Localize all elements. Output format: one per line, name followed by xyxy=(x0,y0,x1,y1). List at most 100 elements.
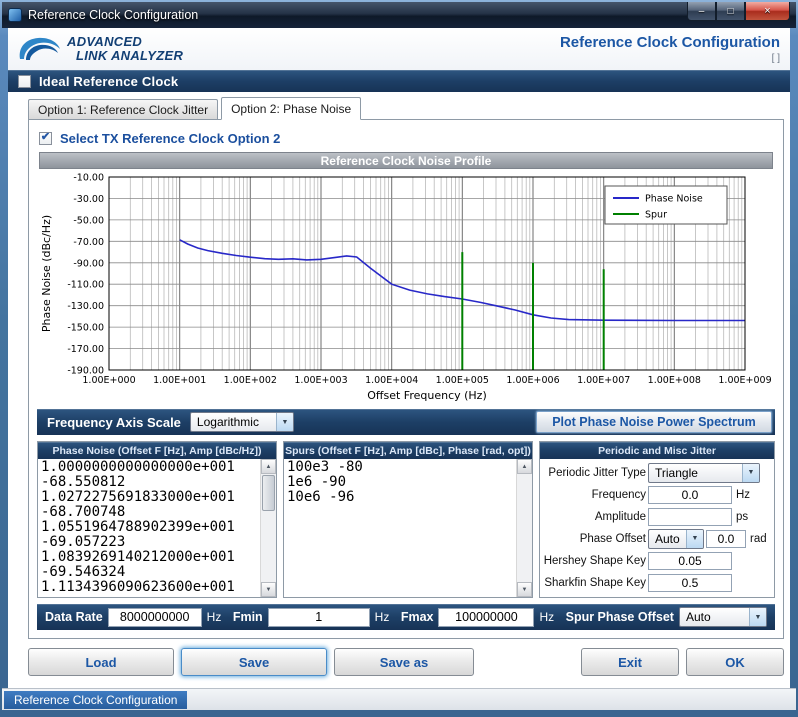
svg-text:1.00E+007: 1.00E+007 xyxy=(577,375,630,386)
scroll-up-icon[interactable]: ▲ xyxy=(261,459,276,474)
plot-phase-noise-power-spectrum-button[interactable]: Plot Phase Noise Power Spectrum xyxy=(536,411,772,433)
header-right: Reference Clock Configuration [ ] xyxy=(560,34,780,64)
phase-offset-input[interactable] xyxy=(706,530,746,548)
fmax-label: Fmax xyxy=(401,610,434,624)
tab-option1-reference-clock-jitter[interactable]: Option 1: Reference Clock Jitter xyxy=(28,99,218,120)
phase-noise-panel-body: 1.0000000000000000e+001 -68.550812 1.027… xyxy=(38,459,276,597)
maximize-button[interactable]: □ xyxy=(716,2,745,21)
amplitude-unit: ps xyxy=(734,511,748,523)
scroll-up-icon[interactable]: ▲ xyxy=(517,459,532,474)
phase-noise-tab-panel: ✔ Select TX Reference Clock Option 2 Ref… xyxy=(28,119,784,639)
frequency-input[interactable] xyxy=(648,486,732,504)
chevron-down-icon: ▼ xyxy=(276,413,293,431)
load-button[interactable]: Load xyxy=(28,648,174,676)
svg-text:-10.00: -10.00 xyxy=(73,173,104,184)
ideal-reference-clock-bar: Ideal Reference Clock xyxy=(8,70,790,92)
svg-text:Spur: Spur xyxy=(645,210,667,221)
page-title: Reference Clock Configuration xyxy=(560,34,780,51)
fmin-input[interactable] xyxy=(268,608,370,627)
window-title: Reference Clock Configuration xyxy=(28,8,198,22)
phase-offset-label: Phase Offset xyxy=(542,533,646,545)
phase-noise-panel: Phase Noise (Offset F [Hz], Amp [dBc/Hz]… xyxy=(37,441,277,598)
svg-text:1.00E+001: 1.00E+001 xyxy=(153,375,206,386)
sharkfin-shape-key-input[interactable] xyxy=(648,574,732,592)
exit-button[interactable]: Exit xyxy=(581,648,679,676)
svg-text:1.00E+004: 1.00E+004 xyxy=(365,375,418,386)
spur-phase-offset-select[interactable]: Auto ▼ xyxy=(679,607,767,627)
sharkfin-shape-key-label: Sharkfin Shape Key xyxy=(542,577,646,589)
periodic-jitter-type-label: Periodic Jitter Type xyxy=(542,467,646,479)
phase-noise-list[interactable]: 1.0000000000000000e+001 -68.550812 1.027… xyxy=(38,459,249,597)
action-buttons-row: Load Save Save as Exit OK xyxy=(28,648,784,676)
rate-settings-bar: Data Rate Hz Fmin Hz Fmax Hz Spur Phase … xyxy=(37,604,775,630)
chevron-down-icon: ▼ xyxy=(749,608,766,626)
frequency-axis-bar: Frequency Axis Scale Logarithmic ▼ Plot … xyxy=(37,409,775,435)
window-controls: – □ × xyxy=(687,2,790,21)
svg-text:1.00E+003: 1.00E+003 xyxy=(294,375,347,386)
maximize-icon: □ xyxy=(727,6,733,17)
frequency-axis-scale-value: Logarithmic xyxy=(191,415,276,429)
svg-text:-90.00: -90.00 xyxy=(73,258,104,269)
logo-swoosh-icon xyxy=(16,35,62,63)
header-subtitle: [ ] xyxy=(560,53,780,64)
svg-text:-150.00: -150.00 xyxy=(67,323,104,334)
close-button[interactable]: × xyxy=(745,2,790,21)
scroll-down-icon[interactable]: ▼ xyxy=(517,582,532,597)
svg-text:1.00E+002: 1.00E+002 xyxy=(224,375,277,386)
phase-offset-mode-select[interactable]: Auto ▼ xyxy=(648,529,704,549)
svg-text:Phase Noise: Phase Noise xyxy=(645,194,703,205)
phase-noise-panel-header: Phase Noise (Offset F [Hz], Amp [dBc/Hz]… xyxy=(38,442,276,459)
select-tx-row: ✔ Select TX Reference Clock Option 2 xyxy=(39,128,775,148)
close-icon: × xyxy=(764,5,770,17)
tab-option2-phase-noise[interactable]: Option 2: Phase Noise xyxy=(221,97,361,120)
hershey-shape-key-label: Hershey Shape Key xyxy=(542,555,646,567)
phase-noise-scrollbar[interactable]: ▲ ▼ xyxy=(260,459,276,597)
status-bar: Reference Clock Configuration xyxy=(2,688,796,710)
hershey-shape-key-input[interactable] xyxy=(648,552,732,570)
spurs-scrollbar[interactable]: ▲ ▼ xyxy=(516,459,532,597)
amplitude-input[interactable] xyxy=(648,508,732,526)
select-tx-reference-clock-checkbox[interactable]: ✔ xyxy=(39,132,52,145)
fmax-unit: Hz xyxy=(539,610,554,624)
phase-offset-row: Phase Offset Auto ▼ rad xyxy=(542,528,772,549)
window-content: ADVANCED LINK ANALYZER Reference Clock C… xyxy=(8,28,790,688)
tab-strip: Option 1: Reference Clock Jitter Option … xyxy=(8,92,790,120)
svg-text:1.00E+009: 1.00E+009 xyxy=(718,375,771,386)
minimize-button[interactable]: – xyxy=(687,2,716,21)
ideal-reference-clock-label: Ideal Reference Clock xyxy=(39,74,178,89)
save-as-button[interactable]: Save as xyxy=(334,648,474,676)
phase-offset-unit: rad xyxy=(748,533,767,545)
frequency-axis-scale-select[interactable]: Logarithmic ▼ xyxy=(190,412,294,432)
status-badge: Reference Clock Configuration xyxy=(4,691,187,709)
periodic-jitter-type-row: Periodic Jitter Type Triangle ▼ xyxy=(542,462,772,483)
check-icon: ✔ xyxy=(41,132,50,143)
svg-text:1.00E+000: 1.00E+000 xyxy=(82,375,135,386)
frequency-label: Frequency xyxy=(542,489,646,501)
frequency-row: Frequency Hz xyxy=(542,484,772,505)
scroll-down-icon[interactable]: ▼ xyxy=(261,582,276,597)
scrollbar-thumb[interactable] xyxy=(262,475,275,511)
fmin-group: Fmin Hz xyxy=(233,608,390,627)
save-button[interactable]: Save xyxy=(181,648,327,676)
advanced-link-analyzer-logo: ADVANCED LINK ANALYZER xyxy=(16,35,183,63)
ideal-reference-clock-checkbox[interactable] xyxy=(18,75,31,88)
svg-text:Phase Noise (dBc/Hz): Phase Noise (dBc/Hz) xyxy=(40,215,53,332)
svg-text:-30.00: -30.00 xyxy=(73,194,104,205)
svg-text:-70.00: -70.00 xyxy=(73,237,104,248)
hershey-shape-key-row: Hershey Shape Key xyxy=(542,550,772,571)
data-rate-group: Data Rate Hz xyxy=(45,608,221,627)
svg-text:-110.00: -110.00 xyxy=(67,280,104,291)
spacer xyxy=(481,648,574,676)
app-icon xyxy=(8,8,22,22)
titlebar[interactable]: Reference Clock Configuration – □ × xyxy=(2,2,796,28)
fmax-input[interactable] xyxy=(438,608,534,627)
ok-button[interactable]: OK xyxy=(686,648,784,676)
minimize-icon: – xyxy=(699,6,705,17)
amplitude-label: Amplitude xyxy=(542,511,646,523)
svg-text:1.00E+008: 1.00E+008 xyxy=(648,375,701,386)
periodic-jitter-type-value: Triangle xyxy=(649,466,742,480)
spurs-list[interactable]: 100e3 -80 1e6 -90 10e6 -96 xyxy=(284,459,495,505)
frequency-unit: Hz xyxy=(734,489,750,501)
data-rate-input[interactable] xyxy=(108,608,202,627)
periodic-jitter-type-select[interactable]: Triangle ▼ xyxy=(648,463,760,483)
